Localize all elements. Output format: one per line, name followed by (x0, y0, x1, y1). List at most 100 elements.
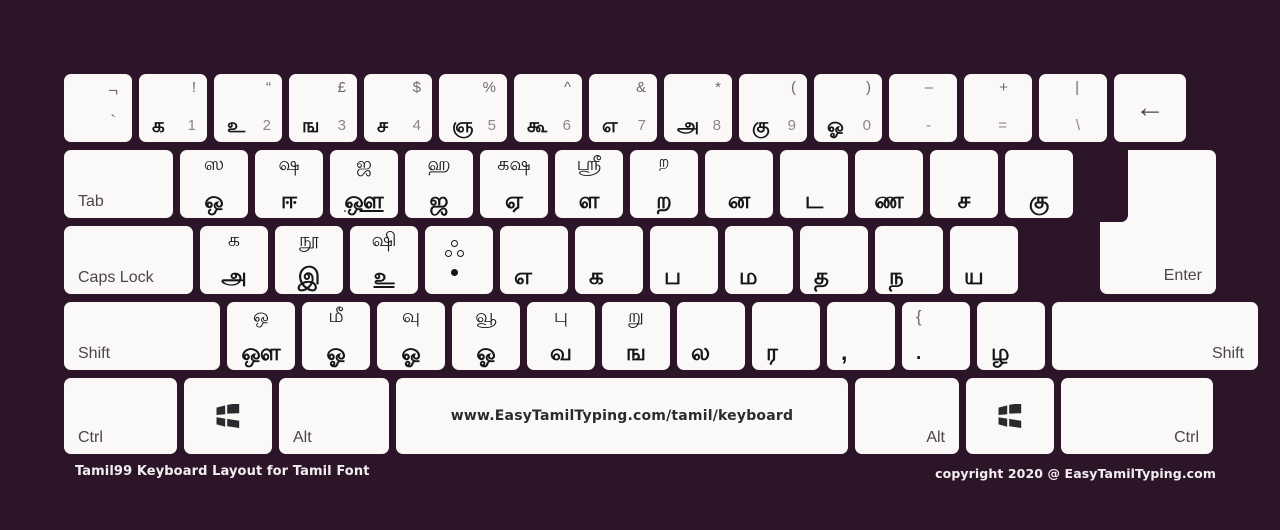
key-2[interactable]: “ உ 2 (214, 74, 282, 142)
key-t-lower-label: ஏ (480, 188, 548, 212)
key-e[interactable]: ஜ ஔ (330, 150, 398, 218)
key-0[interactable]: ) ஓ 0 (814, 74, 882, 142)
key-comma[interactable]: , (827, 302, 895, 370)
key-5[interactable]: % ஞ 5 (439, 74, 507, 142)
key-0-shift-label: ) (866, 80, 871, 95)
key-equal[interactable]: + = (964, 74, 1032, 142)
key-q[interactable]: ஸ ஒ (180, 150, 248, 218)
key-lbracket-label: ச (930, 188, 998, 212)
key-rctrl[interactable]: Ctrl (1061, 378, 1213, 454)
keyboard-row-tab: Tab ஸ ஒ ஷ ஈ ஜ ஔ ஹ ஜ கஷ ஏ ஶ்ரீ ள ற ற ன ட … (64, 150, 1216, 218)
key-ralt[interactable]: Alt (855, 378, 959, 454)
key-d[interactable]: ஷி உ (350, 226, 418, 294)
key-t-upper-label: கஷ (480, 155, 548, 175)
key-s-upper-label: நூ (275, 231, 343, 251)
key-7[interactable]: & எ 7 (589, 74, 657, 142)
key-w[interactable]: ஷ ஈ (255, 150, 323, 218)
key-q-upper-label: ஸ (180, 155, 248, 175)
key-4[interactable]: $ ச 4 (364, 74, 432, 142)
key-tab-label: Tab (78, 194, 104, 210)
key-u[interactable]: ற ற (630, 150, 698, 218)
key-l[interactable]: த (800, 226, 868, 294)
key-2-digit-label: 2 (263, 118, 271, 133)
key-t[interactable]: கஷ ஏ (480, 150, 548, 218)
key-m[interactable]: ல (677, 302, 745, 370)
key-v-lower-label: ஓ (452, 340, 520, 364)
key-o-label: ட (780, 188, 848, 212)
key-x-upper-label: மீ (302, 307, 370, 327)
key-rwin[interactable] (966, 378, 1054, 454)
key-p[interactable]: ண (855, 150, 923, 218)
key-tab[interactable]: Tab (64, 150, 173, 218)
key-b-lower-label: வ (527, 340, 595, 364)
key-2-shift-label: “ (266, 80, 271, 95)
arrow-left-icon: ← (1135, 93, 1165, 123)
key-quote[interactable]: ய (950, 226, 1018, 294)
key-3-shift-label: £ (338, 80, 346, 95)
key-i[interactable]: ன (705, 150, 773, 218)
key-lshift[interactable]: Shift (64, 302, 220, 370)
key-lwin[interactable] (184, 378, 272, 454)
key-z-lower-label: ஔ (227, 340, 295, 364)
key-ra-label: ர (766, 340, 778, 364)
key-s[interactable]: நூ இ (275, 226, 343, 294)
key-k[interactable]: ம (725, 226, 793, 294)
key-backslash[interactable]: | \ (1039, 74, 1107, 142)
key-c[interactable]: வு ஓ (377, 302, 445, 370)
key-e-lower-label: ஔ (330, 188, 398, 212)
key-minus[interactable]: – - (889, 74, 957, 142)
key-4-tamil-label: ச (377, 116, 388, 136)
key-backspace[interactable]: ← (1114, 74, 1186, 142)
copyright-notice: copyright 2020 @ EasyTamilTyping.com (935, 466, 1216, 481)
key-equal-shift-label: + (999, 80, 1008, 95)
key-3-digit-label: 3 (338, 118, 346, 133)
key-p-label: ண (855, 188, 923, 212)
key-space[interactable]: www.EasyTamilTyping.com/tamil/keyboard (396, 378, 848, 454)
key-w-upper-label: ஷ (255, 155, 323, 175)
key-rshift[interactable]: Shift (1052, 302, 1258, 370)
key-1[interactable]: ! க 1 (139, 74, 207, 142)
key-z[interactable]: ஒ ஔ (227, 302, 295, 370)
key-r[interactable]: ஹ ஜ (405, 150, 473, 218)
key-a-lower-label: அ (200, 264, 268, 288)
key-0-digit-label: 0 (863, 118, 871, 133)
key-3[interactable]: £ ங 3 (289, 74, 357, 142)
key-6[interactable]: ^ கூ 6 (514, 74, 582, 142)
key-b[interactable]: பு வ (527, 302, 595, 370)
key-g[interactable]: எ (500, 226, 568, 294)
key-a[interactable]: க௃ அ (200, 226, 268, 294)
key-period[interactable]: { . (902, 302, 970, 370)
key-y[interactable]: ஶ்ரீ ள (555, 150, 623, 218)
key-lbracket[interactable]: ச (930, 150, 998, 218)
key-grave[interactable]: ¬ ` (64, 74, 132, 142)
windows-icon (997, 404, 1023, 428)
key-lctrl[interactable]: Ctrl (64, 378, 177, 454)
key-o[interactable]: ட (780, 150, 848, 218)
key-m-label: ல (691, 340, 710, 364)
key-w-lower-label: ஈ (255, 188, 323, 212)
key-n[interactable]: று ங (602, 302, 670, 370)
key-zha-label: ழ (991, 340, 1010, 364)
key-lalt[interactable]: Alt (279, 378, 389, 454)
key-v[interactable]: வூ ஓ (452, 302, 520, 370)
key-zha[interactable]: ழ (977, 302, 1045, 370)
key-x[interactable]: மீ ஓ (302, 302, 370, 370)
key-capslock[interactable]: Caps Lock (64, 226, 193, 294)
key-j[interactable]: ப (650, 226, 718, 294)
key-semicolon[interactable]: ந (875, 226, 943, 294)
key-n-upper-label: று (602, 307, 670, 327)
key-d-upper-label: ஷி (350, 231, 418, 251)
key-rbracket[interactable]: கு (1005, 150, 1073, 218)
key-h[interactable]: க (575, 226, 643, 294)
key-8-shift-label: * (715, 80, 721, 95)
key-7-shift-label: & (636, 80, 646, 95)
key-1-shift-label: ! (192, 80, 196, 95)
key-h-label: க (589, 264, 604, 288)
key-9-tamil-label: கு (752, 116, 770, 136)
key-ra[interactable]: ர (752, 302, 820, 370)
key-f[interactable] (425, 226, 493, 294)
key-9-shift-label: ( (791, 80, 796, 95)
key-9[interactable]: ( கு 9 (739, 74, 807, 142)
key-i-label: ன (705, 188, 773, 212)
key-8[interactable]: * அ 8 (664, 74, 732, 142)
